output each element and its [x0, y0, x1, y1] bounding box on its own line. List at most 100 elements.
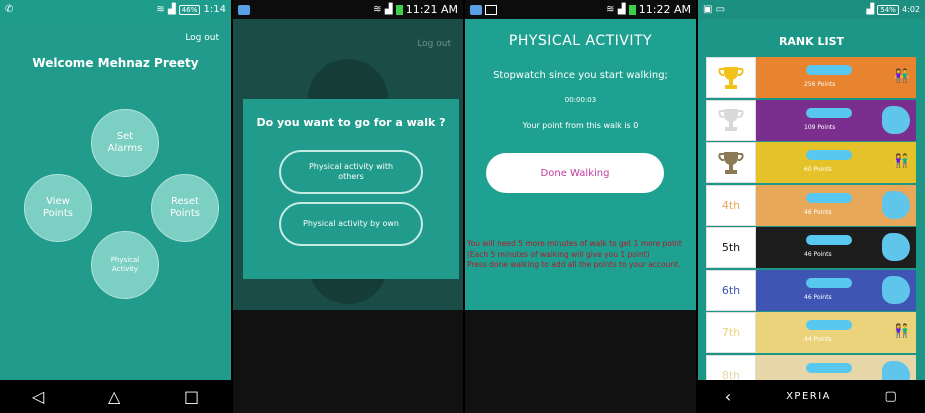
rank-row: 5th 46 Points [706, 227, 916, 268]
blurred-avatar [882, 190, 910, 219]
status-bar: ✆ ≋ ▟ 46% 1:14 [0, 0, 231, 19]
battery-level: 46% [178, 4, 201, 15]
status-bar: ≋ ▟ 11:22 AM [465, 0, 696, 19]
status-bar: ▣ ▭ ▟ 54% 4:02 [698, 0, 925, 19]
rank-bar: 46 Points [756, 184, 916, 226]
app-icon [470, 4, 482, 15]
rank-number: 4th [706, 184, 756, 226]
rank-row: 60 Points 👫 [706, 142, 916, 183]
rank-row: 7th 44 Points 👫 [706, 312, 916, 353]
rank-row: 4th 46 Points [706, 184, 916, 226]
signal-icon: ▟ [866, 4, 875, 15]
wifi-icon: ≋ [606, 4, 615, 15]
status-time: 11:22 AM [638, 3, 691, 16]
rank-bar: 256 Points 👫 [756, 57, 916, 98]
battery-icon [628, 4, 636, 15]
panel-walk-dialog: ≋ ▟ 11:21 AM Log out Do you want to go f… [233, 0, 463, 413]
welcome-title: Welcome Mehnaz Preety [32, 56, 199, 70]
page-title: PHYSICAL ACTIVITY [508, 33, 653, 49]
physical-activity-label: Physical Activity [110, 256, 140, 273]
activity-by-own-label: Physical activity by own [303, 219, 399, 228]
activity-with-others-button[interactable]: Physical activity with others [279, 150, 423, 194]
signal-icon: ▟ [384, 4, 393, 15]
points-label: 46 Points [804, 251, 832, 258]
reset-points-label: Reset Points [169, 196, 201, 219]
back-icon[interactable]: ‹ [725, 387, 733, 406]
view-points-label: View Points [42, 196, 74, 219]
rank-screen: RANK LIST 256 Points 👫 109 Points 60 Points… [698, 19, 925, 396]
set-alarms-label: Set Alarms [107, 131, 143, 154]
stopwatch-label: Stopwatch since you start walking; [493, 70, 668, 81]
status-time: 1:14 [203, 4, 226, 15]
logout-link[interactable]: Log out [185, 33, 219, 43]
group-people-icon: 👫 [893, 324, 910, 339]
panel-physical-activity: ≋ ▟ 11:22 AM PHYSICAL ACTIVITY Stopwatch… [465, 0, 696, 413]
walk-dialog: Do you want to go for a walk ? Physical … [243, 99, 459, 279]
trophy-icon [706, 57, 756, 98]
set-alarms-button[interactable]: Set Alarms [91, 109, 159, 177]
view-points-button[interactable]: View Points [24, 174, 92, 242]
rank-bar: 44 Points 👫 [756, 312, 916, 353]
done-walking-button[interactable]: Done Walking [486, 153, 664, 193]
panel-welcome: ✆ ≋ ▟ 46% 1:14 Log out Welcome Mehnaz Pr… [0, 0, 231, 413]
status-bar: ≋ ▟ 11:21 AM [233, 0, 463, 19]
rank-bar: 60 Points 👫 [756, 142, 916, 183]
notification-icon: ▣ [703, 4, 713, 15]
blurred-username [806, 65, 852, 75]
group-people-icon: 👫 [893, 154, 910, 169]
rank-number: 6th [706, 269, 756, 311]
home-icon[interactable]: △ [108, 387, 120, 406]
phone-icon: ✆ [5, 4, 14, 15]
points-label: 109 Points [804, 123, 836, 131]
image-icon [485, 4, 498, 15]
activity-with-others-label: Physical activity with others [308, 162, 394, 181]
note-line: You will need 5 more minutes of walk to … [467, 239, 682, 248]
signal-icon: ▟ [617, 4, 626, 15]
rank-row: 6th 46 Points [706, 269, 916, 311]
stopwatch-time: 00:00:03 [564, 96, 597, 104]
physical-activity-button[interactable]: Physical Activity [91, 231, 159, 299]
reset-points-button[interactable]: Reset Points [151, 174, 219, 242]
rank-list-title: RANK LIST [778, 35, 845, 48]
blurred-avatar [882, 105, 910, 134]
logout-link: Log out [417, 39, 451, 49]
app-icon [238, 4, 250, 15]
points-label: 44 Points [804, 336, 832, 343]
nav-bar: ◁ △ □ [0, 380, 231, 413]
rank-number: 7th [706, 312, 756, 353]
message-icon: ▭ [715, 4, 726, 15]
rank-row: 109 Points [706, 99, 916, 141]
home-screen: Log out Welcome Mehnaz Preety Set Alarms… [0, 19, 231, 380]
note-line: (Each 5 minutes of walking will give you… [467, 249, 650, 259]
activity-by-own-button[interactable]: Physical activity by own [279, 202, 423, 246]
points-label: 60 Points [804, 166, 832, 173]
wifi-icon: ≋ [156, 4, 165, 15]
battery-level: 54% [877, 4, 899, 15]
note-line: Press done walking to add all the points… [467, 260, 681, 269]
points-label: 46 Points [804, 208, 832, 216]
rank-number: 5th [706, 227, 756, 268]
blurred-username [806, 362, 852, 373]
blurred-username [806, 107, 852, 118]
status-time: 4:02 [902, 5, 920, 14]
blurred-username [806, 150, 852, 160]
points-label: 46 Points [804, 293, 832, 301]
walk-points-text: Your point from this walk is 0 [522, 121, 639, 130]
recent-apps-icon[interactable]: □ [184, 387, 199, 406]
blurred-username [806, 192, 852, 203]
blurred-avatar [882, 275, 910, 304]
wifi-icon: ≋ [373, 4, 382, 15]
points-label: 256 Points [804, 81, 836, 88]
status-time: 11:21 AM [405, 3, 458, 16]
blurred-avatar [882, 233, 910, 261]
rank-bar: 46 Points [756, 269, 916, 311]
trophy-icon [706, 142, 756, 183]
rank-bar: 109 Points [756, 99, 916, 141]
trophy-icon [706, 99, 756, 141]
blurred-username [806, 277, 852, 288]
blurred-username [806, 320, 852, 330]
blurred-username [806, 235, 852, 245]
back-icon[interactable]: ◁ [32, 387, 44, 406]
recent-apps-icon[interactable]: ▢ [884, 389, 898, 404]
brand-label: XPERIA [786, 391, 832, 402]
